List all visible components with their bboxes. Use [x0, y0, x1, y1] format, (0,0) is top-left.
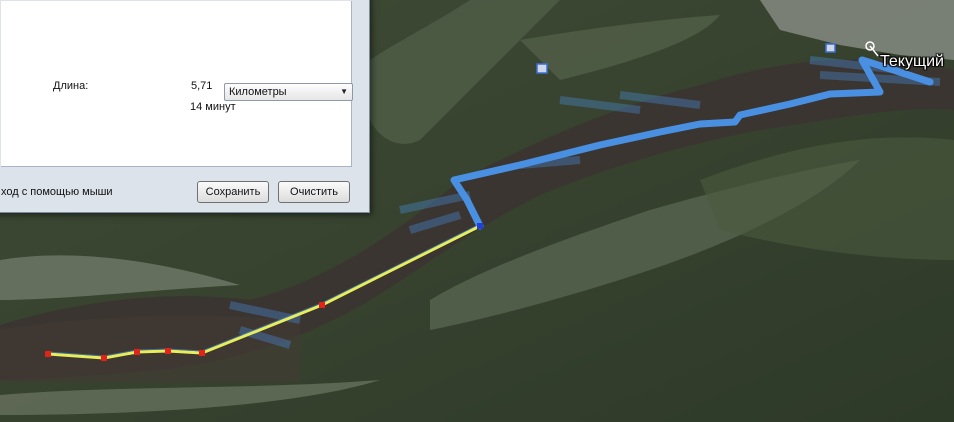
measure-point[interactable]	[45, 351, 51, 357]
measure-point[interactable]	[101, 355, 107, 361]
clear-button[interactable]: Очистить	[278, 181, 350, 203]
placemark-icon[interactable]	[825, 43, 836, 53]
chevron-down-icon: ▼	[340, 87, 348, 96]
measure-point[interactable]	[134, 349, 140, 355]
measure-point[interactable]	[319, 302, 325, 308]
measure-end-point[interactable]	[477, 223, 483, 229]
ruler-dialog: Длина: 5,71 Километры ▼ 14 минут ход с п…	[0, 0, 370, 213]
ruler-content: Длина: 5,71 Километры ▼ 14 минут	[1, 1, 353, 167]
length-value: 5,71	[191, 80, 213, 92]
length-label: Длина:	[53, 80, 89, 92]
units-select-value: Километры	[229, 86, 287, 98]
units-select[interactable]: Километры ▼	[224, 83, 353, 101]
time-value: 14 минут	[190, 101, 236, 113]
place-label: Текущий	[880, 53, 944, 70]
placemark-icon[interactable]	[536, 63, 548, 74]
save-button[interactable]: Сохранить	[197, 181, 269, 203]
hint-text: ход с помощью мыши	[1, 186, 113, 198]
measure-point[interactable]	[199, 350, 205, 356]
measure-point[interactable]	[165, 348, 171, 354]
